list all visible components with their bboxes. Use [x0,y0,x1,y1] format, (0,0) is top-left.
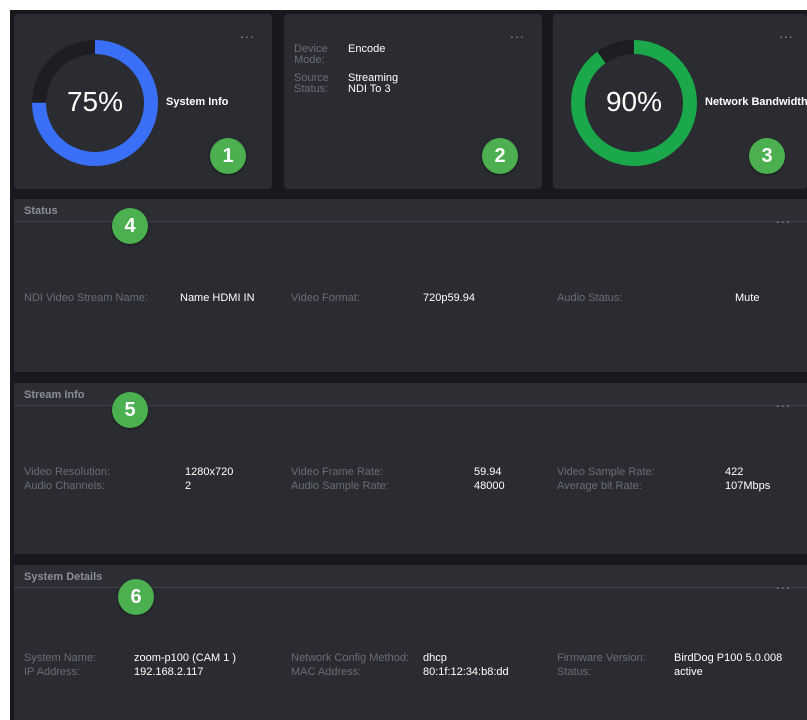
badge-2: 2 [482,138,518,174]
ip-address-label: IP Address: [24,666,81,678]
more-options-icon[interactable]: ... [776,211,791,225]
video-format-label: Video Format: [291,292,360,304]
more-options-icon[interactable]: ... [776,395,791,409]
network-bandwidth-percent: 90% [605,86,663,117]
system-details-panel-title: System Details [24,571,103,583]
audio-sample-rate-label: Audio Sample Rate: [291,480,389,492]
ip-address-value: 192.168.2.117 [134,666,204,678]
system-details-panel: System Details ... 6 System Name: zoom-p… [14,565,807,720]
audio-sample-rate-value: 48000 [474,480,505,492]
video-sample-rate-value: 422 [725,466,744,478]
badge-6: 6 [118,579,154,615]
status-panel-title: Status [24,205,58,217]
system-status-value: active [674,666,703,678]
video-format-value: 720p59.94 [423,292,475,304]
network-config-method-value: dhcp [423,652,447,664]
status-panel: Status ... 4 NDI Video Stream Name: Name… [14,199,807,372]
stream-info-panel-title: Stream Info [24,389,85,401]
firmware-version-value: BirdDog P100 5.0.008 [674,652,783,664]
average-bit-rate-label: Average bit Rate: [557,480,642,492]
device-mode-label: Device Mode: [294,43,328,66]
ndi-stream-name-value: Name HDMI IN [180,292,255,304]
network-config-method-label: Network Config Method: [291,652,409,664]
app-frame: ... 75% System Info 1 ... Device Mode: E… [0,0,807,720]
mac-address-value: 80:1f:12:34:b8:dd [423,666,509,678]
average-bit-rate-value: 107Mbps [725,480,771,492]
stream-info-panel: Stream Info ... 5 Video Resolution: 1280… [14,383,807,554]
badge-4: 4 [112,208,148,244]
video-resolution-value: 1280x720 [185,466,234,478]
system-name-value: zoom-p100 (CAM 1 ) [134,652,237,664]
video-sample-rate-label: Video Sample Rate: [557,466,655,478]
system-info-title: System Info [166,96,229,108]
system-info-card[interactable]: ... 75% System Info 1 [14,14,272,189]
network-bandwidth-card[interactable]: ... 90% Network Bandwidth 3 [553,14,807,189]
more-options-icon[interactable]: ... [779,26,794,40]
device-card[interactable]: ... Device Mode: Encode Source Status: S… [284,14,542,189]
device-mode-value: Encode [348,43,386,55]
audio-channels-label: Audio Channels: [24,480,105,492]
system-status-label: Status: [557,666,592,678]
badge-1: 1 [210,138,246,174]
more-options-icon[interactable]: ... [776,577,791,591]
video-resolution-label: Video Resolution: [24,466,111,478]
system-info-percent: 75% [66,86,124,117]
badge-5: 5 [112,392,148,428]
source-status-label: Source Status: [294,72,329,95]
audio-status-label: Audio Status: [557,292,623,304]
audio-channels-value: 2 [185,480,192,492]
audio-status-value: Mute [735,292,760,304]
video-frame-rate-value: 59.94 [474,466,502,478]
network-bandwidth-title: Network Bandwidth [705,96,807,108]
more-options-icon[interactable]: ... [510,26,525,40]
more-options-icon[interactable]: ... [240,26,255,40]
ndi-stream-name-label: NDI Video Stream Name: [24,292,148,304]
firmware-version-label: Firmware Version: [557,652,646,664]
system-name-label: System Name: [24,652,97,664]
badge-3: 3 [749,138,785,174]
source-status-value: Streaming NDI To 3 [348,72,399,95]
mac-address-label: MAC Address: [291,666,362,678]
video-frame-rate-label: Video Frame Rate: [291,466,384,478]
